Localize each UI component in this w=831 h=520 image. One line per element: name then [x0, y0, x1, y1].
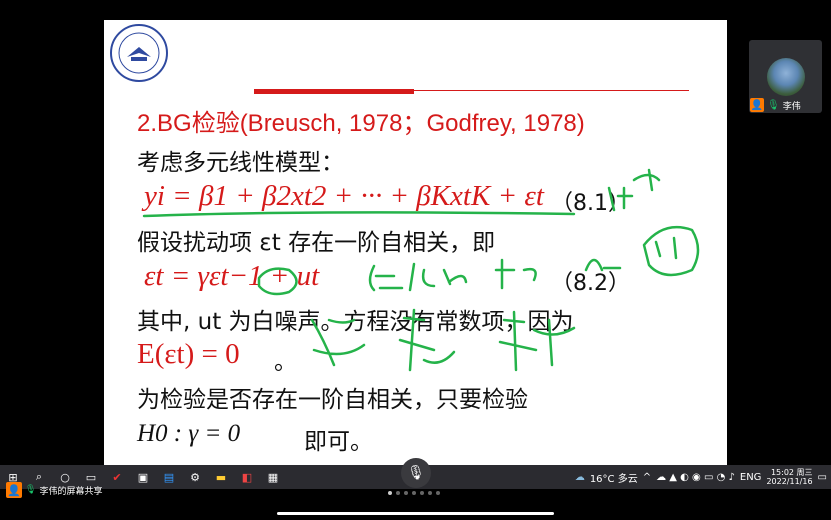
expectation-suffix: 。: [274, 349, 297, 375]
weather-icon[interactable]: ☁: [575, 472, 585, 483]
clock[interactable]: 15:02 周三 2022/11/16: [766, 468, 812, 486]
tray-icons[interactable]: ☁ ▲ ◐ ◉ ▭ ◔ ♪: [656, 472, 735, 483]
clock-date: 2022/11/16: [766, 477, 813, 486]
page-dot[interactable]: [404, 491, 408, 495]
share-label: 李伟的屏幕共享: [39, 486, 103, 497]
participant-name-bar: 👤 🎙 李伟: [749, 97, 822, 113]
title-rule: [414, 90, 689, 91]
equation-8-2: εt = γεt−1 + ut: [144, 260, 320, 292]
clock-time: 15:02 周三: [770, 468, 813, 477]
home-indicator: [277, 512, 554, 515]
expectation-equation: E(εt) = 0: [137, 338, 240, 370]
equation-8-1: yi = β1 + β2xt2 + ··· + βKxtK + εt: [144, 180, 544, 212]
presentation-app-icon[interactable]: ◧: [240, 470, 254, 484]
language-indicator[interactable]: ENG: [740, 472, 762, 483]
shared-slide: 2.BG检验(Breusch, 1978；Godfrey, 1978) 考虑多元…: [104, 20, 727, 465]
page-dot[interactable]: [428, 491, 432, 495]
null-hypothesis: H0 : γ = 0: [137, 420, 241, 447]
page-dot[interactable]: [388, 491, 392, 495]
sharer-avatar-icon: 👤: [6, 482, 22, 498]
where-line: 其中, ut 为白噪声。方程没有常数项，因为: [137, 309, 574, 335]
page-dot[interactable]: [412, 491, 416, 495]
app-icon-2[interactable]: ▣: [136, 470, 150, 484]
file-explorer-icon[interactable]: ▬: [214, 470, 228, 484]
equation-8-2-number: （8.2）: [551, 271, 630, 296]
app-icon-3[interactable]: ▤: [162, 470, 176, 484]
microphone-button[interactable]: 🎙: [401, 458, 431, 488]
settings-icon[interactable]: ⚙: [188, 470, 202, 484]
screen-share-indicator[interactable]: 👤 🎙 李伟的屏幕共享: [6, 482, 102, 498]
page-dot[interactable]: [420, 491, 424, 495]
participant-video-tile[interactable]: 👤 🎙 李伟: [749, 40, 822, 113]
hypothesis-suffix: 即可。: [304, 429, 373, 455]
test-line: 为检验是否存在一阶自相关，只要检验: [137, 387, 528, 413]
assume-line: 假设扰动项 εt 存在一阶自相关，即: [137, 230, 496, 256]
notification-icon[interactable]: ▭: [818, 472, 827, 483]
title-accent-bar: [254, 89, 414, 94]
page-dot[interactable]: [396, 491, 400, 495]
mic-icon: 🎙: [767, 99, 780, 111]
page-indicator[interactable]: [388, 491, 440, 495]
slide-title: 2.BG检验(Breusch, 1978；Godfrey, 1978): [137, 110, 585, 137]
participant-avatar: [767, 58, 805, 96]
mic-icon: 🎙: [25, 485, 37, 495]
page-dot[interactable]: [436, 491, 440, 495]
app-icon-4[interactable]: ▦: [266, 470, 280, 484]
university-logo: [110, 24, 168, 82]
tray-chevron-icon[interactable]: ^: [643, 472, 651, 483]
weather-text[interactable]: 16°C 多云: [590, 470, 638, 485]
system-tray: ☁ 16°C 多云 ^ ☁ ▲ ◐ ◉ ▭ ◔ ♪ ENG 15:02 周三 2…: [575, 465, 831, 489]
user-icon: 👤: [750, 98, 764, 112]
equation-8-1-number: （8.1）: [551, 191, 630, 216]
app-icon-1[interactable]: ✔: [110, 470, 124, 484]
consider-line: 考虑多元线性模型：: [137, 150, 344, 176]
participant-name: 李伟: [782, 101, 801, 112]
